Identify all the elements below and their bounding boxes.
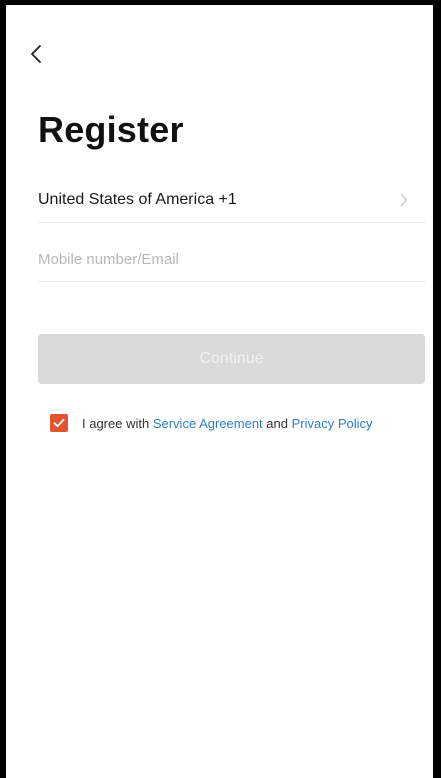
agree-checkbox[interactable] bbox=[50, 414, 68, 432]
chevron-left-icon bbox=[31, 45, 41, 63]
page-title: Register bbox=[38, 109, 184, 150]
agreement-conjunction: and bbox=[266, 415, 288, 431]
country-selector[interactable]: United States of America +1 bbox=[38, 177, 425, 223]
back-button[interactable] bbox=[24, 39, 48, 69]
agreement-row: I agree with Service Agreement and Priva… bbox=[50, 412, 430, 434]
phone-frame: Register United States of America +1 Con… bbox=[0, 0, 441, 778]
checkmark-icon bbox=[53, 418, 65, 428]
country-selector-label: United States of America +1 bbox=[38, 190, 237, 208]
register-screen: Register United States of America +1 Con… bbox=[6, 5, 433, 778]
account-input[interactable] bbox=[38, 238, 425, 282]
service-agreement-link[interactable]: Service Agreement bbox=[153, 416, 263, 431]
continue-button[interactable]: Continue bbox=[38, 334, 425, 384]
agreement-prefix: I agree with bbox=[82, 415, 150, 431]
privacy-policy-link[interactable]: Privacy Policy bbox=[292, 416, 373, 431]
chevron-right-icon bbox=[397, 191, 411, 209]
